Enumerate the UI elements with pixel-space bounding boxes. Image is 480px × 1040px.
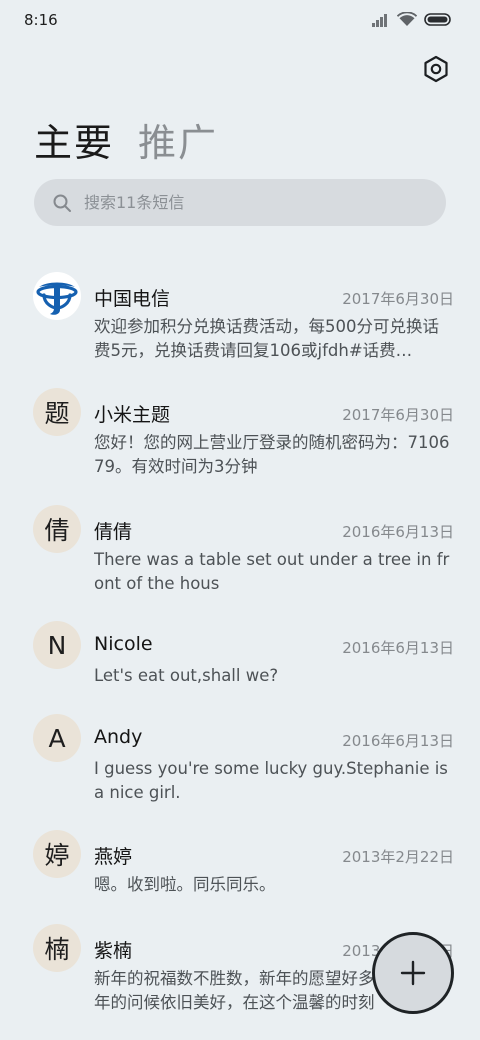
tab-primary[interactable]: 主要 (34, 112, 114, 167)
messages-screen: 8:16 主要 推广 搜索11条短信 中国电信 2017年6月30日 欢迎参加积… (0, 0, 480, 1040)
avatar: 婷 (33, 830, 81, 878)
conversation-date: 2013年2月22日 (342, 848, 454, 866)
status-time: 8:16 (24, 11, 58, 29)
search-icon (53, 194, 71, 212)
conversation-name: 小米主题 (94, 404, 171, 426)
avatar: A (33, 714, 81, 762)
tab-bar: 主要 推广 (34, 112, 218, 167)
conversation-preview: 欢迎参加积分兑换话费活动，每500分可兑换话费5元，兑换话费请回复106或jfd… (94, 317, 439, 360)
status-bar: 8:16 (0, 0, 480, 42)
avatar (33, 272, 81, 320)
wifi-icon (397, 12, 417, 26)
avatar: 题 (33, 388, 81, 436)
conversation-preview: I guess you're some lucky guy.Stephanie … (94, 759, 448, 802)
conversation-name: 紫楠 (94, 940, 133, 962)
new-message-button[interactable] (372, 932, 454, 1014)
conversation-preview: 您好！您的网上营业厅登录的随机密码为：710679。有效时间为3分钟 (94, 433, 450, 476)
conversation-name: 倩倩 (94, 521, 133, 543)
battery-icon (424, 13, 451, 26)
tab-promotions[interactable]: 推广 (138, 112, 218, 167)
status-icons (372, 12, 452, 27)
conversation-preview: Let's eat out,shall we? (94, 666, 279, 685)
plus-icon (400, 960, 426, 986)
search-bar[interactable] (34, 179, 446, 226)
conversation-name: Andy (94, 726, 143, 748)
avatar: 楠 (33, 924, 81, 972)
settings-hexagon-icon (424, 55, 448, 83)
conversation-date: 2017年6月30日 (342, 290, 454, 308)
search-input[interactable] (82, 192, 426, 213)
china-telecom-logo (36, 282, 78, 315)
settings-button[interactable] (420, 53, 452, 85)
conversation-date: 2016年6月13日 (342, 639, 454, 657)
conversation-preview: 嗯。收到啦。同乐同乐。 (94, 875, 276, 894)
conversation-name: Nicole (94, 633, 153, 655)
avatar: N (33, 621, 81, 669)
conversation-date: 2017年6月30日 (342, 406, 454, 424)
avatar: 倩 (33, 505, 81, 553)
conversation-date: 2016年6月13日 (342, 523, 454, 541)
signal-icon (372, 13, 387, 27)
conversation-name: 燕婷 (94, 846, 133, 868)
conversation-date: 2016年6月13日 (342, 732, 454, 750)
conversation-preview: There was a table set out under a tree i… (94, 550, 450, 593)
conversation-name: 中国电信 (94, 288, 171, 310)
